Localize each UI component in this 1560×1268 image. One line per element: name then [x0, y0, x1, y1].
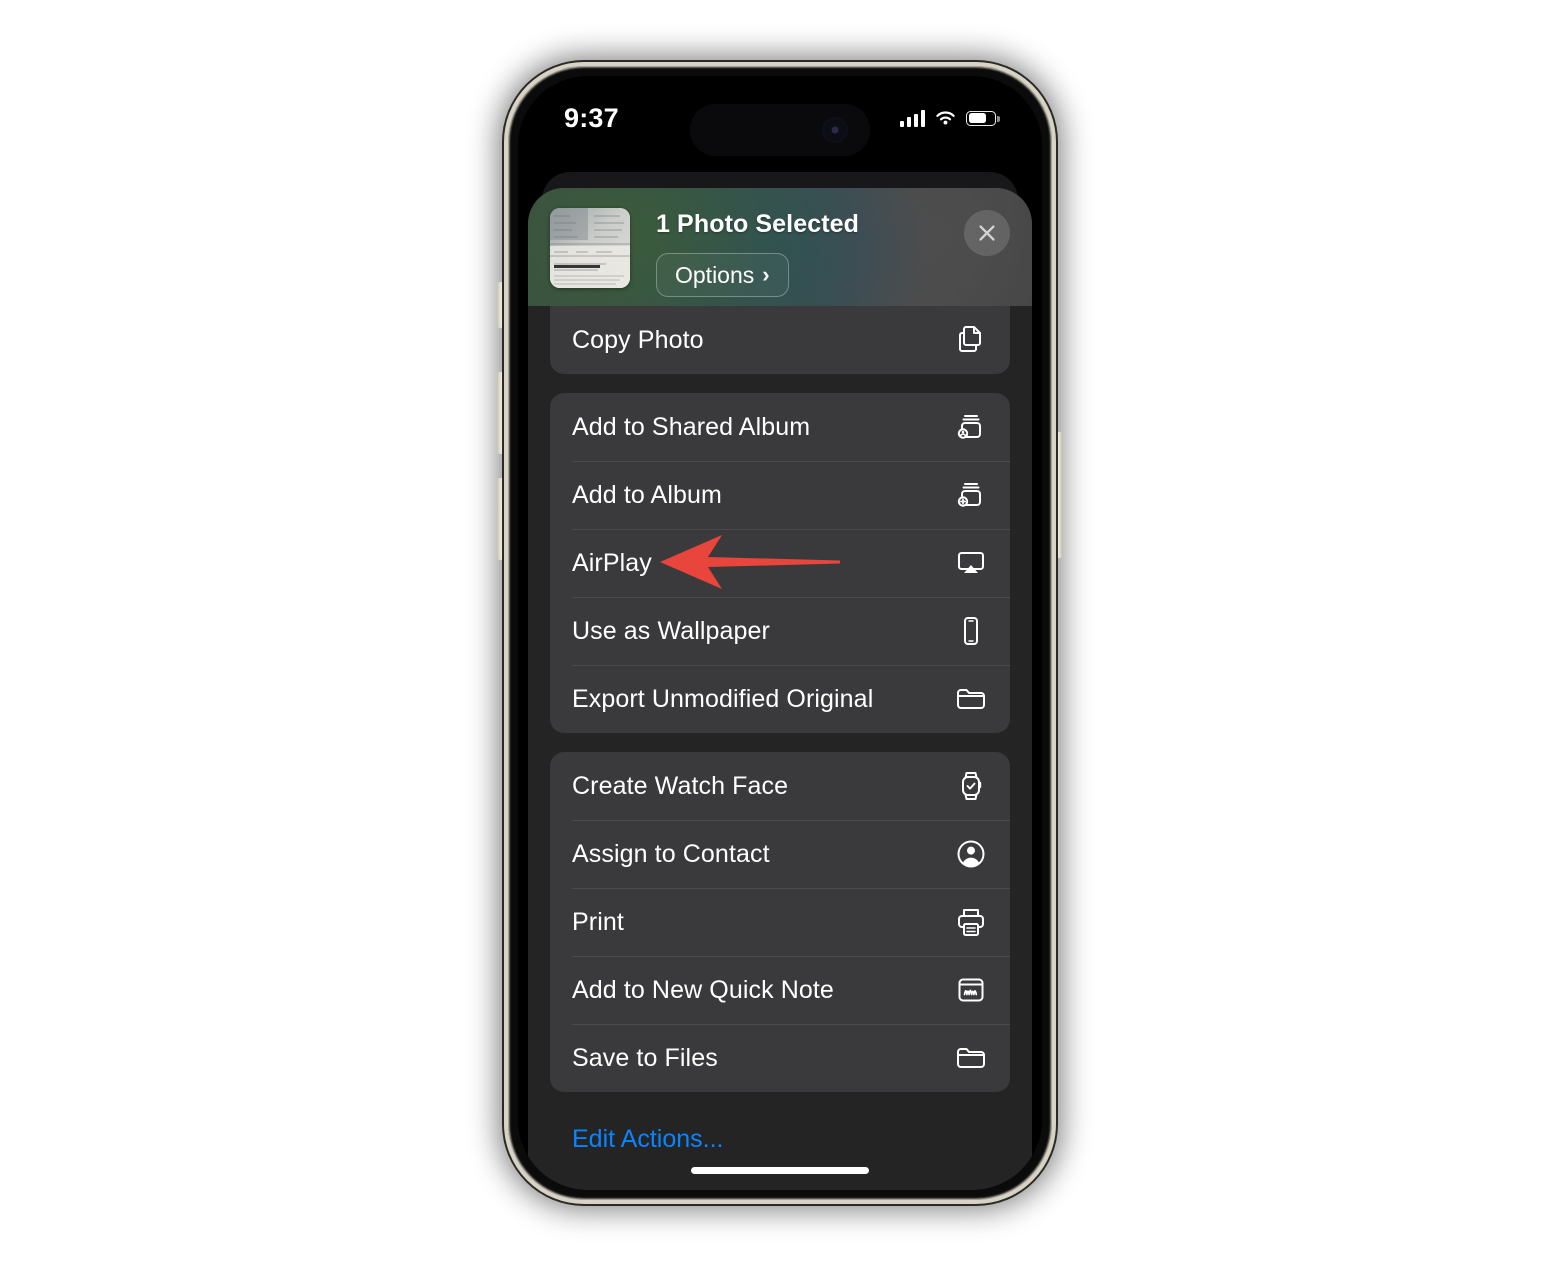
close-button[interactable]: [964, 210, 1010, 256]
action-group-1: Copy Photo: [550, 306, 1010, 374]
action-label: Save to Files: [572, 1043, 718, 1072]
cellular-bars-icon: [899, 109, 925, 127]
folder-icon: [954, 1041, 988, 1075]
status-bar-time: 9:37: [564, 102, 619, 133]
status-bar: 9:37: [518, 76, 1042, 154]
screenshot-canvas: 9:37 1 Photo Selected Options › Copy Pho…: [0, 0, 1560, 1268]
shared-album-icon: [954, 410, 988, 444]
iphone-frame: 9:37 1 Photo Selected Options › Copy Pho…: [504, 62, 1056, 1204]
selected-photo-thumbnail[interactable]: [550, 208, 630, 288]
folder-icon: [954, 682, 988, 716]
action-row-airplay[interactable]: AirPlay: [550, 529, 1010, 597]
battery-icon: [966, 110, 1000, 126]
action-group-2: Add to Shared Album Add to Album AirPlay…: [550, 393, 1010, 733]
action-label: Print: [572, 907, 624, 936]
action-row-use-as-wallpaper[interactable]: Use as Wallpaper: [550, 597, 1010, 665]
iphone-screen: 9:37 1 Photo Selected Options › Copy Pho…: [518, 76, 1042, 1190]
iphone-icon: [954, 614, 988, 648]
printer-icon: [954, 905, 988, 939]
copy-documents-icon: [954, 323, 988, 357]
options-button-label: Options: [675, 261, 755, 288]
action-row-add-to-album[interactable]: Add to Album: [550, 461, 1010, 529]
share-sheet: 1 Photo Selected Options › Copy Photo Ad…: [528, 188, 1032, 1190]
action-row-save-to-files[interactable]: Save to Files: [550, 1024, 1010, 1092]
action-row-assign-to-contact[interactable]: Assign to Contact: [550, 820, 1010, 888]
wifi-icon: [936, 110, 955, 125]
action-label: Assign to Contact: [572, 839, 770, 868]
chevron-right-icon: ›: [762, 261, 770, 287]
action-row-export-unmodified-original[interactable]: Export Unmodified Original: [550, 665, 1010, 733]
action-label: Create Watch Face: [572, 771, 789, 800]
options-button[interactable]: Options ›: [656, 253, 789, 297]
share-sheet-header: 1 Photo Selected Options ›: [528, 188, 1032, 306]
share-sheet-header-text: 1 Photo Selected Options ›: [630, 208, 1010, 297]
share-sheet-title: 1 Photo Selected: [656, 210, 860, 238]
edit-actions-link[interactable]: Edit Actions...: [550, 1111, 745, 1154]
action-group-3: Create Watch Face Assign to Contact Prin…: [550, 752, 1010, 1092]
apple-watch-icon: [954, 769, 988, 803]
airplay-icon: [954, 546, 988, 580]
person-circle-icon: [954, 837, 988, 871]
add-to-album-icon: [954, 478, 988, 512]
action-label: AirPlay: [572, 548, 652, 577]
close-icon: [979, 225, 995, 241]
action-row-add-to-shared-album[interactable]: Add to Shared Album: [550, 393, 1010, 461]
action-label: Export Unmodified Original: [572, 684, 874, 713]
action-label: Add to Shared Album: [572, 412, 811, 441]
action-label: Copy Photo: [572, 325, 704, 354]
home-indicator: [691, 1167, 869, 1174]
action-label: Add to New Quick Note: [572, 975, 834, 1004]
action-row-print[interactable]: Print: [550, 888, 1010, 956]
share-sheet-action-list: Copy Photo Add to Shared Album Add to Al…: [528, 306, 1032, 1190]
action-label: Add to Album: [572, 480, 722, 509]
action-row-create-watch-face[interactable]: Create Watch Face: [550, 752, 1010, 820]
quick-note-icon: [954, 973, 988, 1007]
iphone-bezel: 9:37 1 Photo Selected Options › Copy Pho…: [518, 76, 1042, 1190]
action-label: Use as Wallpaper: [572, 616, 770, 645]
action-row-add-to-new-quick-note[interactable]: Add to New Quick Note: [550, 956, 1010, 1024]
action-row-copy-photo[interactable]: Copy Photo: [550, 306, 1010, 374]
status-bar-indicators: [899, 109, 1000, 127]
